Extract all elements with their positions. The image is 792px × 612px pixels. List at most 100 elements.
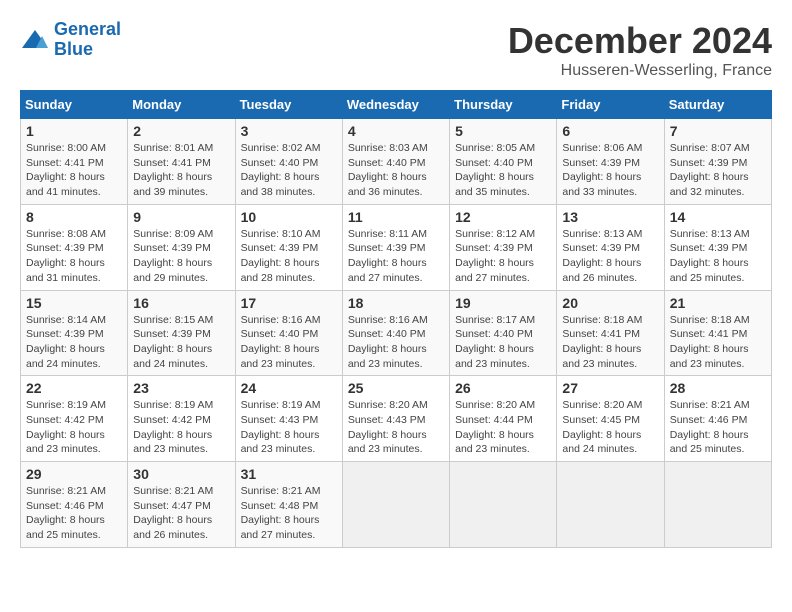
day-number: 13 <box>562 209 658 225</box>
calendar-cell <box>450 462 557 548</box>
header-day-saturday: Saturday <box>664 91 771 119</box>
day-number: 8 <box>26 209 122 225</box>
calendar-cell: 13 Sunrise: 8:13 AM Sunset: 4:39 PM Dayli… <box>557 204 664 290</box>
calendar-cell: 4Sunrise: 8:03 AM Sunset: 4:40 PM Daylig… <box>342 119 449 205</box>
day-number: 2 <box>133 123 229 139</box>
day-info: Sunrise: 8:20 AM Sunset: 4:45 PM Dayligh… <box>562 398 658 457</box>
day-number: 26 <box>455 380 551 396</box>
day-number: 22 <box>26 380 122 396</box>
day-info: Sunrise: 8:18 AM Sunset: 4:41 PM Dayligh… <box>562 313 658 372</box>
day-number: 30 <box>133 466 229 482</box>
week-row-4: 22 Sunrise: 8:19 AM Sunset: 4:42 PM Dayli… <box>21 376 772 462</box>
header-day-friday: Friday <box>557 91 664 119</box>
day-info: Sunrise: 8:07 AM Sunset: 4:39 PM Dayligh… <box>670 141 766 200</box>
day-number: 19 <box>455 295 551 311</box>
calendar-cell: 22 Sunrise: 8:19 AM Sunset: 4:42 PM Dayli… <box>21 376 128 462</box>
logo-icon <box>20 28 50 52</box>
calendar-cell: 31 Sunrise: 8:21 AM Sunset: 4:48 PM Dayli… <box>235 462 342 548</box>
calendar-cell: 30Sunrise: 8:21 AM Sunset: 4:47 PM Dayli… <box>128 462 235 548</box>
calendar-cell: 17 Sunrise: 8:16 AM Sunset: 4:40 PM Dayli… <box>235 290 342 376</box>
header-day-thursday: Thursday <box>450 91 557 119</box>
calendar-cell: 6 Sunrise: 8:06 AM Sunset: 4:39 PM Daylig… <box>557 119 664 205</box>
day-info: Sunrise: 8:01 AM Sunset: 4:41 PM Dayligh… <box>133 141 229 200</box>
calendar-cell: 3Sunrise: 8:02 AM Sunset: 4:40 PM Daylig… <box>235 119 342 205</box>
day-info: Sunrise: 8:19 AM Sunset: 4:42 PM Dayligh… <box>26 398 122 457</box>
calendar-cell <box>342 462 449 548</box>
calendar-cell: 7 Sunrise: 8:07 AM Sunset: 4:39 PM Daylig… <box>664 119 771 205</box>
day-info: Sunrise: 8:21 AM Sunset: 4:48 PM Dayligh… <box>241 484 337 543</box>
calendar-cell: 8Sunrise: 8:08 AM Sunset: 4:39 PM Daylig… <box>21 204 128 290</box>
calendar-cell: 9 Sunrise: 8:09 AM Sunset: 4:39 PM Daylig… <box>128 204 235 290</box>
day-number: 17 <box>241 295 337 311</box>
day-number: 24 <box>241 380 337 396</box>
day-info: Sunrise: 8:20 AM Sunset: 4:43 PM Dayligh… <box>348 398 444 457</box>
day-info: Sunrise: 8:19 AM Sunset: 4:42 PM Dayligh… <box>133 398 229 457</box>
day-number: 31 <box>241 466 337 482</box>
calendar-cell: 2 Sunrise: 8:01 AM Sunset: 4:41 PM Daylig… <box>128 119 235 205</box>
day-number: 5 <box>455 123 551 139</box>
day-number: 14 <box>670 209 766 225</box>
day-info: Sunrise: 8:21 AM Sunset: 4:46 PM Dayligh… <box>670 398 766 457</box>
day-info: Sunrise: 8:03 AM Sunset: 4:40 PM Dayligh… <box>348 141 444 200</box>
day-info: Sunrise: 8:09 AM Sunset: 4:39 PM Dayligh… <box>133 227 229 286</box>
day-info: Sunrise: 8:06 AM Sunset: 4:39 PM Dayligh… <box>562 141 658 200</box>
calendar-cell: 16Sunrise: 8:15 AM Sunset: 4:39 PM Dayli… <box>128 290 235 376</box>
day-number: 3 <box>241 123 337 139</box>
header-day-sunday: Sunday <box>21 91 128 119</box>
calendar-table: SundayMondayTuesdayWednesdayThursdayFrid… <box>20 90 772 548</box>
day-info: Sunrise: 8:20 AM Sunset: 4:44 PM Dayligh… <box>455 398 551 457</box>
day-info: Sunrise: 8:15 AM Sunset: 4:39 PM Dayligh… <box>133 313 229 372</box>
calendar-cell: 15 Sunrise: 8:14 AM Sunset: 4:39 PM Dayli… <box>21 290 128 376</box>
calendar-cell: 21Sunrise: 8:18 AM Sunset: 4:41 PM Dayli… <box>664 290 771 376</box>
day-info: Sunrise: 8:00 AM Sunset: 4:41 PM Dayligh… <box>26 141 122 200</box>
calendar-cell: 28Sunrise: 8:21 AM Sunset: 4:46 PM Dayli… <box>664 376 771 462</box>
day-number: 12 <box>455 209 551 225</box>
calendar-title: December 2024 <box>508 20 772 62</box>
logo: General Blue <box>20 20 121 60</box>
day-number: 9 <box>133 209 229 225</box>
title-section: December 2024 Husseren-Wesserling, Franc… <box>508 20 772 80</box>
logo-line2: Blue <box>54 39 93 59</box>
day-number: 1 <box>26 123 122 139</box>
day-number: 11 <box>348 209 444 225</box>
calendar-cell: 1 Sunrise: 8:00 AM Sunset: 4:41 PM Daylig… <box>21 119 128 205</box>
logo-text: General Blue <box>54 20 121 60</box>
day-info: Sunrise: 8:13 AM Sunset: 4:39 PM Dayligh… <box>670 227 766 286</box>
calendar-cell <box>557 462 664 548</box>
logo-line1: General <box>54 19 121 39</box>
day-number: 29 <box>26 466 122 482</box>
day-info: Sunrise: 8:14 AM Sunset: 4:39 PM Dayligh… <box>26 313 122 372</box>
week-row-1: 1 Sunrise: 8:00 AM Sunset: 4:41 PM Daylig… <box>21 119 772 205</box>
day-number: 23 <box>133 380 229 396</box>
day-info: Sunrise: 8:16 AM Sunset: 4:40 PM Dayligh… <box>348 313 444 372</box>
week-row-3: 15 Sunrise: 8:14 AM Sunset: 4:39 PM Dayli… <box>21 290 772 376</box>
day-info: Sunrise: 8:11 AM Sunset: 4:39 PM Dayligh… <box>348 227 444 286</box>
calendar-cell: 24 Sunrise: 8:19 AM Sunset: 4:43 PM Dayli… <box>235 376 342 462</box>
calendar-cell: 25Sunrise: 8:20 AM Sunset: 4:43 PM Dayli… <box>342 376 449 462</box>
day-info: Sunrise: 8:21 AM Sunset: 4:46 PM Dayligh… <box>26 484 122 543</box>
day-number: 6 <box>562 123 658 139</box>
header-day-monday: Monday <box>128 91 235 119</box>
calendar-cell: 12 Sunrise: 8:12 AM Sunset: 4:39 PM Dayli… <box>450 204 557 290</box>
day-info: Sunrise: 8:19 AM Sunset: 4:43 PM Dayligh… <box>241 398 337 457</box>
header: General Blue December 2024 Husseren-Wess… <box>20 20 772 80</box>
calendar-cell: 26 Sunrise: 8:20 AM Sunset: 4:44 PM Dayli… <box>450 376 557 462</box>
day-info: Sunrise: 8:12 AM Sunset: 4:39 PM Dayligh… <box>455 227 551 286</box>
calendar-cell: 20Sunrise: 8:18 AM Sunset: 4:41 PM Dayli… <box>557 290 664 376</box>
day-info: Sunrise: 8:18 AM Sunset: 4:41 PM Dayligh… <box>670 313 766 372</box>
calendar-cell: 27Sunrise: 8:20 AM Sunset: 4:45 PM Dayli… <box>557 376 664 462</box>
week-row-2: 8Sunrise: 8:08 AM Sunset: 4:39 PM Daylig… <box>21 204 772 290</box>
day-number: 15 <box>26 295 122 311</box>
day-info: Sunrise: 8:05 AM Sunset: 4:40 PM Dayligh… <box>455 141 551 200</box>
calendar-cell <box>664 462 771 548</box>
day-info: Sunrise: 8:17 AM Sunset: 4:40 PM Dayligh… <box>455 313 551 372</box>
day-info: Sunrise: 8:16 AM Sunset: 4:40 PM Dayligh… <box>241 313 337 372</box>
day-info: Sunrise: 8:13 AM Sunset: 4:39 PM Dayligh… <box>562 227 658 286</box>
calendar-cell: 18Sunrise: 8:16 AM Sunset: 4:40 PM Dayli… <box>342 290 449 376</box>
day-number: 10 <box>241 209 337 225</box>
week-row-5: 29 Sunrise: 8:21 AM Sunset: 4:46 PM Dayli… <box>21 462 772 548</box>
calendar-cell: 29 Sunrise: 8:21 AM Sunset: 4:46 PM Dayli… <box>21 462 128 548</box>
day-number: 7 <box>670 123 766 139</box>
header-day-tuesday: Tuesday <box>235 91 342 119</box>
day-info: Sunrise: 8:10 AM Sunset: 4:39 PM Dayligh… <box>241 227 337 286</box>
